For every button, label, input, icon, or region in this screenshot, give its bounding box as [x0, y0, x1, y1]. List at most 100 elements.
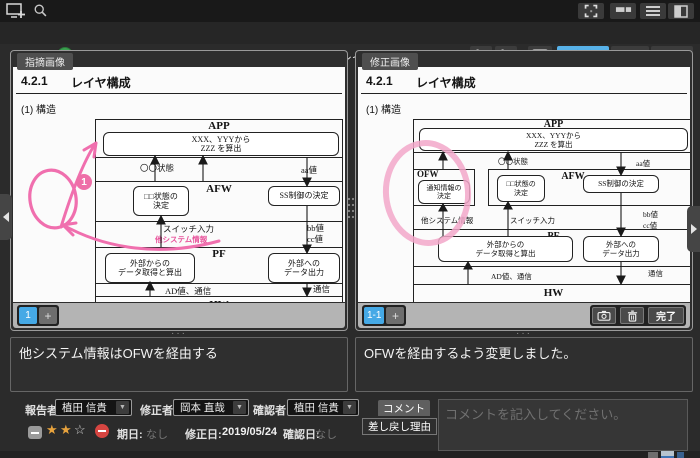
band-label-ofw: OFW [417, 169, 439, 179]
camera-icon [597, 310, 611, 321]
pointed-image-badge: 指摘画像 [17, 53, 73, 70]
priority-star-3[interactable]: ☆ [74, 422, 86, 438]
label-aa: aa値 [301, 165, 318, 175]
bottom-strip [0, 451, 700, 458]
tab-reject-reason[interactable]: 差し戻し理由 [362, 418, 437, 435]
reporter-select[interactable]: 植田 信貴 ▼ [55, 399, 132, 416]
add-page-button[interactable]: + [386, 307, 405, 324]
fixed-note-field[interactable]: OFWを経由するよう変更しました。 [355, 337, 693, 392]
band-line [95, 296, 343, 297]
band-line [413, 284, 690, 285]
ext-out-line2: データ出力 [284, 268, 324, 277]
app-process-box: XXX、YYYから ZZZ を算出 [419, 128, 688, 151]
pointed-note-field[interactable]: 他システム情報はOFWを経由する [10, 337, 348, 392]
state-box-line1: □□状態の [506, 180, 536, 188]
panel-splitter-handle[interactable] [347, 196, 355, 220]
due-date-label: 期日: [117, 429, 143, 441]
ext-in-line2: データ取得と算出 [118, 268, 182, 277]
contrast-icon [674, 4, 688, 18]
action-button-group: 完了 [590, 305, 686, 326]
layer-diagram-right: APP XXX、YYYから ZZZ を算出 〇〇状態 aa値 OFW 通知情報の… [413, 119, 690, 302]
band-label-hw: HW [95, 299, 343, 302]
done-button[interactable]: 完了 [648, 307, 684, 324]
collapse-left-panel-tab[interactable] [0, 194, 12, 240]
app-box-line1: XXX、YYYから [191, 134, 251, 144]
ss-box-label: SS制御の決定 [279, 191, 329, 201]
band-label-app: APP [208, 120, 230, 132]
contrast-view-button[interactable] [668, 3, 694, 19]
notify-line1: 通知情報の [426, 183, 462, 192]
band-label-hw: HW [543, 287, 564, 299]
state-decision-box: □□状態の 決定 [497, 175, 545, 202]
sub-heading: (1) 構造 [366, 105, 401, 116]
search-icon[interactable] [31, 3, 51, 19]
delete-button[interactable] [620, 307, 644, 324]
caret-down-icon: ▼ [343, 401, 356, 414]
label-ad: AD値、通信 [165, 286, 212, 296]
label-bb: bb値 [643, 210, 658, 219]
annotation-marker-1[interactable]: 1 [76, 174, 92, 190]
taskbar-peek [661, 451, 674, 458]
trash-icon [627, 310, 637, 322]
page-1-1-button[interactable]: 1-1 [364, 307, 385, 324]
tab-comment[interactable]: コメント [378, 400, 430, 416]
checker-label: 確認者: [253, 405, 290, 417]
ext-in-line1: 外部からの [486, 240, 525, 249]
label-state: 〇〇状態 [140, 163, 175, 173]
left-panel-toolbar: 1 + [13, 303, 345, 328]
taskbar-peek [648, 452, 658, 458]
fullscreen-button[interactable] [578, 3, 604, 19]
page-1-button[interactable]: 1 [19, 307, 37, 324]
ext-in-line1: 外部からの [130, 258, 170, 268]
heading-rule [361, 93, 687, 94]
label-ad: AD値、通信 [491, 272, 532, 281]
nav-bar: ← /〇〇機能 詳細設計書.docx/4ソフトウェア構成/4.2レイヤ分割 A↗… [0, 22, 700, 64]
fixed-document[interactable]: 4.2.1 レイヤ構成 (1) 構造 APP XXX、YYYから ZZZ を算出… [358, 67, 690, 302]
priority-star-2[interactable]: ★ [60, 422, 72, 438]
display-share-icon[interactable] [6, 3, 26, 19]
app-process-box: XXX、YYYから ZZZ を算出 [103, 132, 339, 156]
list-icon [646, 6, 660, 16]
label-comm: 通信 [648, 269, 663, 278]
ss-control-box: SS制御の決定 [583, 175, 659, 193]
exclusion-toggle-icon[interactable] [95, 424, 109, 438]
section-title: レイヤ構成 [416, 76, 476, 90]
notify-decision-box: 通知情報の 決定 [418, 180, 470, 204]
collapse-detail-button[interactable] [28, 426, 42, 439]
priority-star-1[interactable]: ★ [46, 422, 58, 438]
ss-control-box: SS制御の決定 [268, 186, 340, 206]
chevron-right-icon [690, 224, 697, 234]
external-input-box: 外部からの データ取得と算出 [105, 253, 195, 283]
check-date-value: なし [315, 429, 337, 441]
reporter-value: 植田 信貴 [62, 402, 107, 414]
layout-list-button[interactable] [640, 3, 666, 19]
add-page-button[interactable]: + [39, 307, 57, 324]
ext-out-line1: 外部への [288, 258, 320, 268]
fullscreen-icon [584, 4, 598, 18]
band-line [413, 266, 690, 267]
caret-down-icon: ▼ [233, 401, 246, 414]
right-panel-toolbar: 1-1 + 完了 [358, 303, 690, 328]
label-switch-input: スイッチ入力 [510, 216, 555, 225]
layer-diagram-left: APP XXX、YYYから ZZZ を算出 〇〇状態 aa値 AFW □□状態の… [85, 119, 345, 302]
minus-icon [98, 430, 106, 432]
comment-input[interactable] [438, 399, 688, 451]
external-output-box: 外部への データ出力 [583, 236, 659, 262]
collapse-right-panel-tab[interactable] [687, 206, 700, 252]
state-box-line1: □□状態の [144, 191, 178, 201]
screenshot-button[interactable] [592, 307, 616, 324]
fix-date-value: 2019/05/24 [222, 426, 278, 438]
chevron-left-icon [3, 212, 9, 222]
band-line [413, 152, 690, 153]
external-input-box: 外部からの データ取得と算出 [438, 236, 573, 262]
layout-panels-button[interactable] [610, 3, 636, 19]
ss-box-label: SS制御の決定 [598, 179, 644, 189]
minus-icon [31, 431, 39, 434]
checker-select[interactable]: 植田 信貴 ▼ [287, 399, 359, 416]
section-number: 4.2.1 [366, 74, 393, 88]
fix-date-label: 修正日: [185, 429, 222, 441]
ext-out-line2: データ出力 [602, 249, 640, 258]
pointed-document[interactable]: 4.2.1 レイヤ構成 (1) 構造 APP XXX、YYYから ZZZ を算出… [13, 67, 345, 302]
sub-heading: (1) 構造 [21, 105, 56, 116]
fixer-select[interactable]: 岡本 直哉 ▼ [173, 399, 249, 416]
